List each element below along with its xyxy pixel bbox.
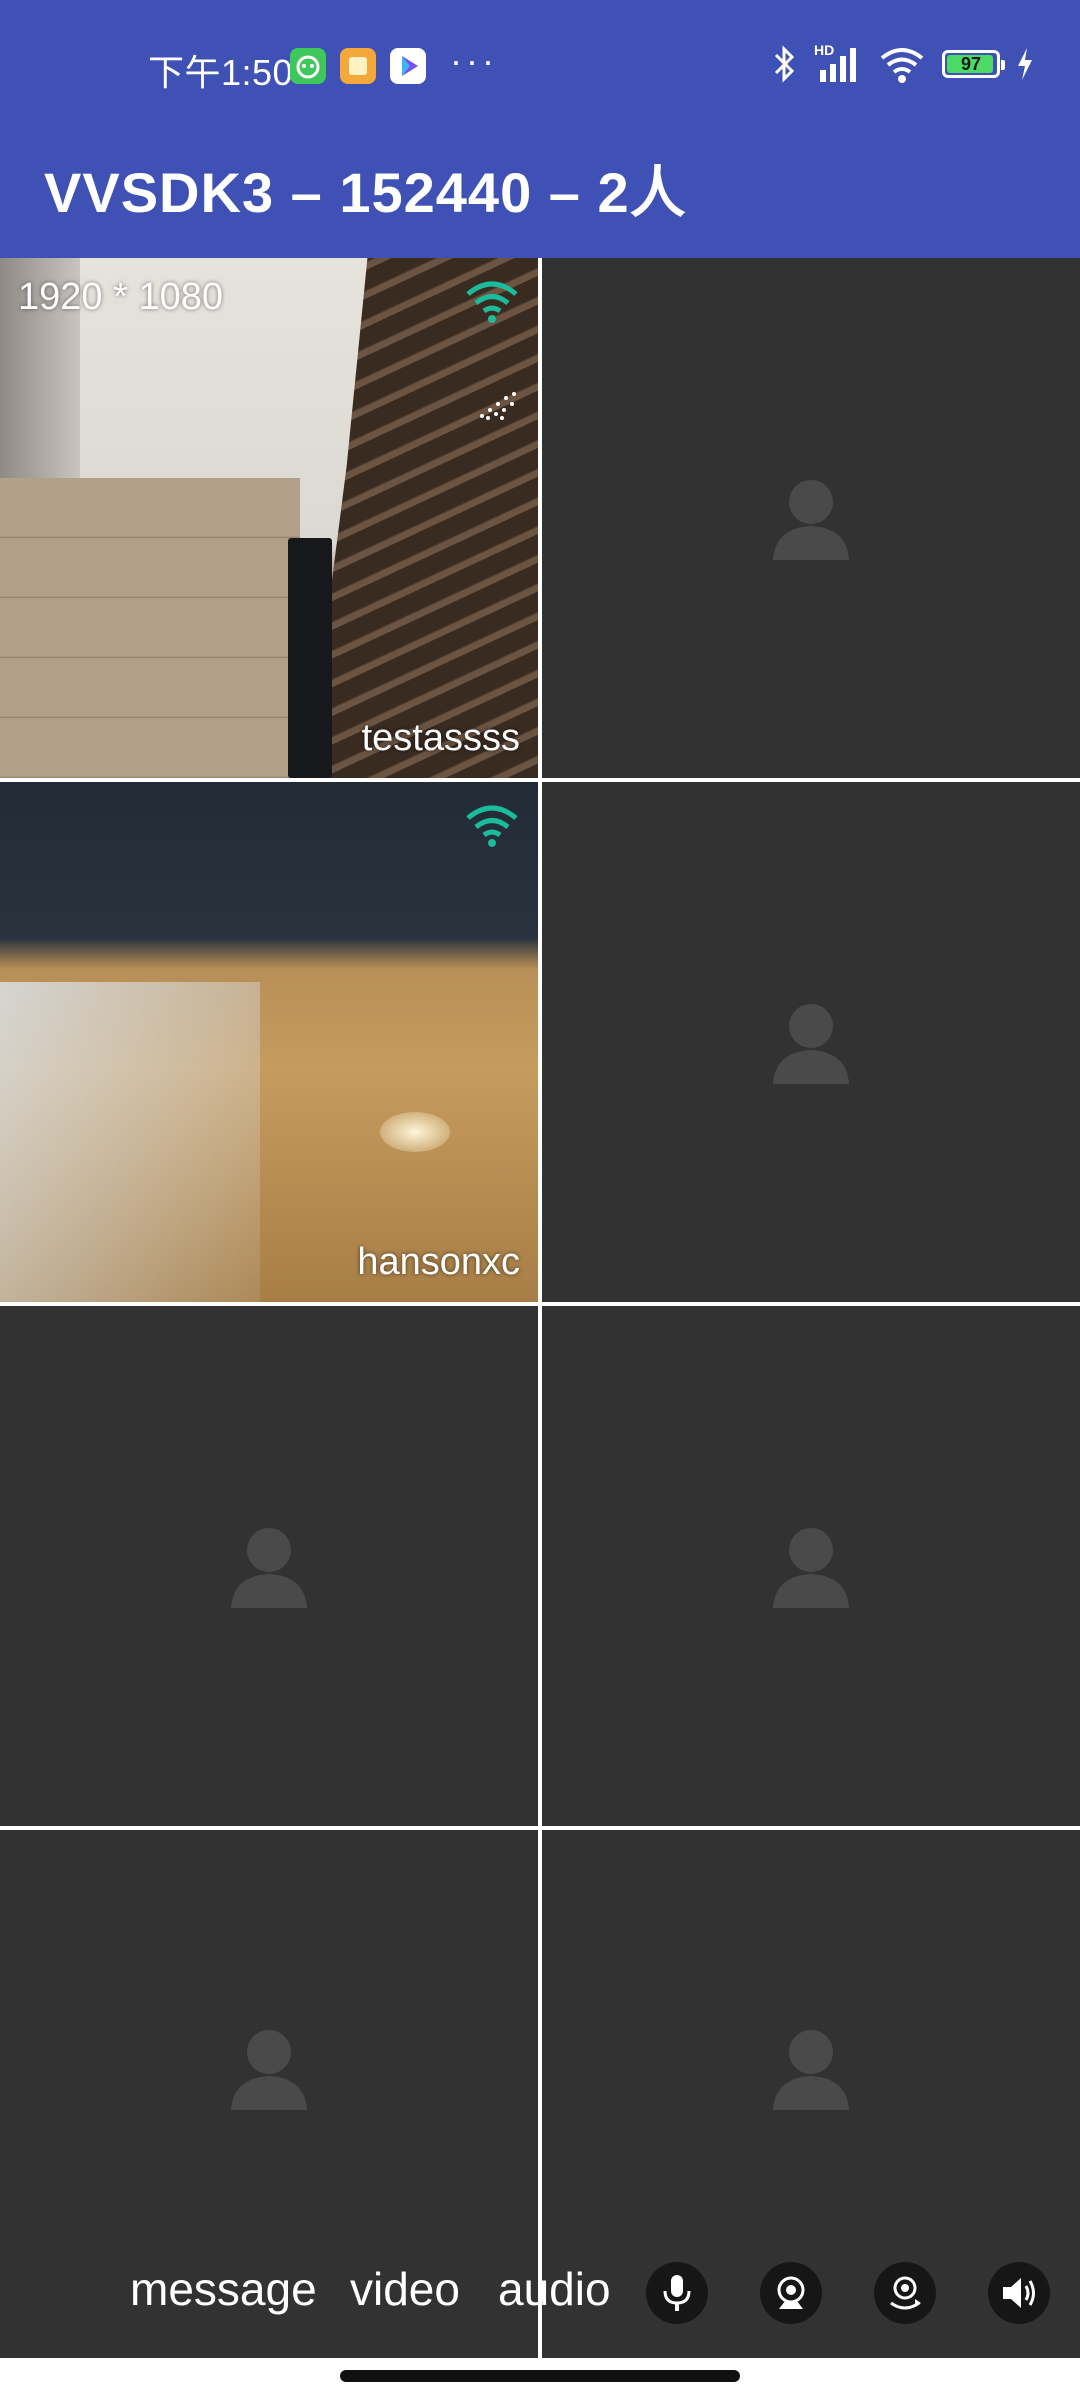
video-tile-6[interactable]	[542, 1306, 1080, 1826]
more-notifications: ···	[450, 40, 498, 81]
play-app-icon	[390, 48, 426, 84]
participant-name: hansonxc	[357, 1241, 520, 1283]
video-tile-2[interactable]	[542, 258, 1080, 778]
speaker-button[interactable]	[988, 2262, 1050, 2324]
resolution-label: 1920 * 1080	[18, 276, 223, 318]
video-feed	[0, 258, 538, 778]
avatar-placeholder-icon	[773, 1528, 849, 1608]
avatar-placeholder-icon	[773, 2029, 849, 2110]
audio-button[interactable]: audio	[498, 2262, 611, 2316]
avatar-placeholder-icon	[231, 2029, 307, 2110]
battery-icon: 97	[942, 50, 1005, 78]
wifi-icon	[880, 48, 924, 83]
switch-camera-icon	[890, 2276, 921, 2310]
camera-button[interactable]	[760, 2262, 822, 2324]
video-tile-1[interactable]: 1920 * 1080 testassss	[0, 258, 538, 778]
orange-app-icon	[340, 48, 376, 84]
video-button[interactable]: video	[350, 2262, 460, 2316]
signal-strength-icon	[466, 805, 518, 847]
speaker-icon	[1003, 2278, 1035, 2308]
video-feed	[0, 782, 538, 1302]
video-tile-4[interactable]	[542, 782, 1080, 1302]
signal-icon: HD	[814, 42, 862, 84]
app-bar: 下午1:50 ··· HD 97 VVSDK3 – 152440 – 2人	[0, 0, 1080, 258]
status-time: 下午1:50	[148, 52, 294, 93]
avatar-placeholder-icon	[773, 480, 849, 560]
status-bar: 下午1:50 ··· HD 97	[0, 0, 1080, 134]
avatar-placeholder-icon	[773, 1004, 849, 1084]
video-tile-3[interactable]: hansonxc	[0, 782, 538, 1302]
avatar-placeholder-icon	[231, 1528, 307, 1608]
signal-strength-icon	[466, 281, 518, 323]
participant-name: testassss	[361, 717, 520, 759]
home-indicator[interactable]	[340, 2370, 740, 2382]
call-controls: message video audio	[0, 2250, 1080, 2360]
video-tile-5[interactable]	[0, 1306, 538, 1826]
bluetooth-icon	[774, 45, 795, 83]
page-title: VVSDK3 – 152440 – 2人	[44, 161, 687, 224]
switch-camera-button[interactable]	[874, 2262, 936, 2324]
battery-level: 97	[960, 53, 982, 74]
microphone-button[interactable]	[646, 2262, 708, 2324]
video-grid: 1920 * 1080 testassss hansonxc	[0, 258, 1080, 2358]
status-right-group: HD 97	[772, 42, 1034, 84]
message-button[interactable]: message	[130, 2262, 317, 2316]
cat-app-icon	[290, 48, 326, 84]
charging-icon	[1018, 48, 1032, 80]
microphone-icon	[663, 2275, 691, 2311]
loading-dots-icon	[480, 392, 516, 420]
camera-icon	[777, 2276, 805, 2309]
